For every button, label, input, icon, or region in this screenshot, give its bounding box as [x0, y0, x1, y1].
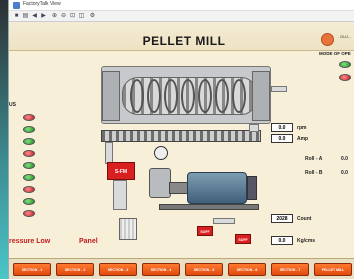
window-title: FactoryTalk View — [23, 1, 61, 7]
forward-icon[interactable]: ▶ — [40, 13, 47, 20]
count-label: Count — [297, 216, 312, 222]
gate-pipe — [213, 218, 235, 224]
status-led-3 — [23, 138, 35, 145]
drum-coil-4 — [181, 79, 195, 113]
feed-chute — [105, 142, 113, 164]
logo-text: GUJ... — [340, 34, 352, 39]
screw-conveyor — [101, 130, 261, 142]
page-title: PELLET MILL — [142, 34, 226, 48]
motor-fan-cover — [247, 176, 257, 200]
count-display: 2028 — [271, 214, 293, 223]
section-1-button[interactable]: SECTION - 1 — [13, 263, 51, 276]
drum-coil-2 — [147, 79, 161, 113]
hmi-screen: PELLET MILL GUJ... MODE OF OPE US 0.0 rp… — [9, 22, 354, 279]
section-2-button[interactable]: SECTION - 2 — [56, 263, 94, 276]
section-4-button[interactable]: SECTION - 4 — [142, 263, 180, 276]
drum-end-right — [252, 71, 270, 121]
gate-2-button[interactable]: SOFF — [235, 234, 251, 244]
roll-b-label: Roll - B — [305, 170, 323, 176]
status-led-8 — [23, 198, 35, 205]
drum-coil-5 — [198, 79, 212, 113]
back-icon[interactable]: ◀ — [31, 13, 38, 20]
app-icon — [13, 2, 20, 9]
zoom-in-icon[interactable]: ⊕ — [51, 13, 58, 20]
settings-icon[interactable]: ⚙ — [89, 13, 96, 20]
motor-coupling — [169, 182, 189, 194]
drum-coil-3 — [164, 79, 178, 113]
feeder-motor-button[interactable]: S-FM — [107, 162, 135, 180]
hmi-window: FactoryTalk View ■ ▤ ◀ ▶ ⊕ ⊖ ⊡ ◫ ⚙ PELLE… — [8, 0, 354, 279]
status-led-7 — [23, 186, 35, 193]
status-led-9 — [23, 210, 35, 217]
rpm-unit: rpm — [297, 125, 307, 131]
save-icon[interactable]: ■ — [13, 13, 20, 20]
pellet-mill-button[interactable]: PELLET MILL — [314, 263, 352, 276]
gate-1-button[interactable]: SOFF — [197, 226, 213, 236]
section-3-button[interactable]: SECTION - 3 — [99, 263, 137, 276]
pellet-bin — [119, 218, 137, 240]
zoom-fit-icon[interactable]: ⊡ — [69, 13, 76, 20]
drum-inlet-pipe — [271, 86, 287, 92]
kg-display: 0.0 — [271, 236, 293, 245]
drum-coil-7 — [232, 79, 246, 113]
status-panel-label: US — [9, 102, 16, 108]
roll-a-label: Roll - A — [305, 156, 323, 162]
section-nav-bar: SECTION - 1 SECTION - 2 SECTION - 3 SECT… — [9, 258, 354, 279]
mode-led-red[interactable] — [339, 74, 351, 81]
drum-coil-1 — [130, 79, 144, 113]
section-7-button[interactable]: SECTION - 7 — [271, 263, 309, 276]
roll-a-value: 0.0 — [341, 156, 348, 162]
drum-coil-6 — [215, 79, 229, 113]
status-led-6 — [23, 174, 35, 181]
zoom-out-icon[interactable]: ⊖ — [60, 13, 67, 20]
discharge-chute — [113, 180, 127, 210]
pressure-gauge-icon — [154, 146, 168, 160]
kg-label: Kg/cms — [297, 238, 316, 244]
alarm-message-2: Panel — [79, 238, 98, 245]
drum-end-left — [102, 71, 120, 121]
title-bar: FactoryTalk View — [9, 0, 354, 11]
status-led-1 — [23, 114, 35, 121]
company-logo — [321, 33, 334, 46]
section-6-button[interactable]: SECTION - 6 — [228, 263, 266, 276]
mode-led-green[interactable] — [339, 61, 351, 68]
zoom-window-icon[interactable]: ◫ — [78, 13, 85, 20]
die-housing — [149, 168, 171, 198]
main-motor — [187, 172, 247, 204]
roll-b-value: 0.0 — [341, 170, 348, 176]
status-led-4 — [23, 150, 35, 157]
toolbar: ■ ▤ ◀ ▶ ⊕ ⊖ ⊡ ◫ ⚙ — [9, 11, 354, 22]
conditioner-drum — [101, 66, 271, 124]
amp-display: 0.0 — [271, 134, 293, 143]
print-icon[interactable]: ▤ — [22, 13, 29, 20]
drum-outlet-pipe — [249, 124, 259, 132]
status-led-5 — [23, 162, 35, 169]
section-5-button[interactable]: SECTION - 5 — [185, 263, 223, 276]
amp-unit: Amp — [297, 136, 309, 142]
rpm-display: 0.0 — [271, 123, 293, 132]
motor-base — [159, 204, 259, 210]
status-led-2 — [23, 126, 35, 133]
mode-of-operation-title: MODE OF OPE — [319, 51, 351, 56]
